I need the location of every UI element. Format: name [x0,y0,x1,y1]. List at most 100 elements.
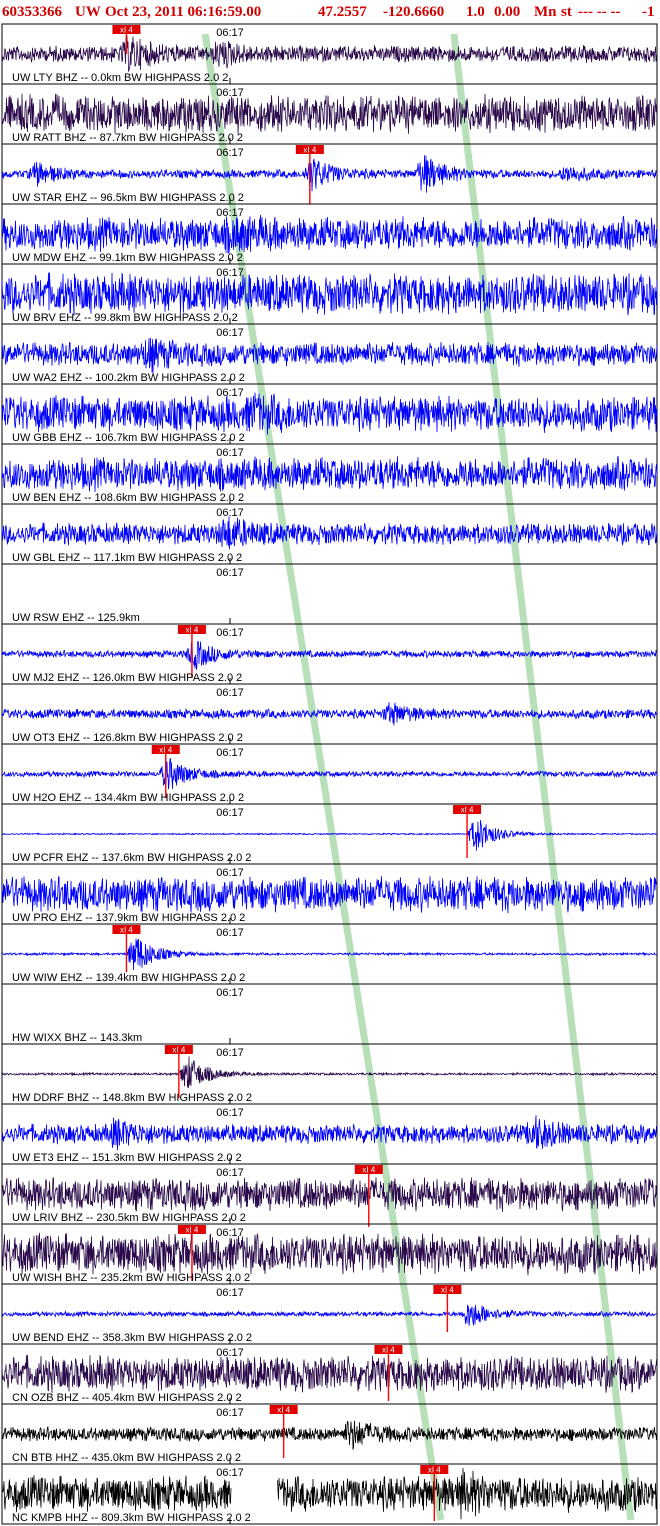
time-tick-label: 06:17 [216,807,244,819]
time-tick-label: 06:17 [216,267,244,279]
time-tick-label: 06:17 [216,327,244,339]
waveform [1,155,658,193]
trace-panel: xI 4 06:17 UW WISH BHZ -- 235.2km BW HIGHP… [1,1223,658,1285]
time-tick-label: 06:17 [216,1167,244,1179]
time-tick-label: 06:17 [216,927,244,939]
pick-label: xI 4 [185,626,198,635]
waveform [1,1354,658,1394]
time-tick-label: 06:17 [216,1227,244,1239]
station-label: UW GBL EHZ -- 117.1km BW HIGHPASS 2.0 2 [12,552,242,564]
waveform [1,34,658,72]
station-label: UW PRO EHZ -- 137.9km BW HIGHPASS 2.0 2 [12,912,245,924]
station-label: NC KMPB HHZ -- 809.3km BW HIGHPASS 2.0 2 [12,1512,251,1524]
trace-panel: xI 4 06:17 UW LRIV BHZ -- 230.5km BW HIGHP… [1,1163,658,1227]
waveform [1,1232,658,1276]
time-tick-label: 06:17 [216,747,244,759]
station-label: UW GBB EHZ -- 106.7km BW HIGHPASS 2.0 2 [12,432,245,444]
time-tick-label: 06:17 [216,207,244,219]
time-tick-label: 06:17 [216,27,244,39]
time-tick-label: 06:17 [216,627,244,639]
waveform [1,640,658,670]
waveform [1,1177,658,1213]
pick-label: xI 4 [362,1166,375,1175]
time-tick-label: 06:17 [216,507,244,519]
time-tick-label: 06:17 [216,867,244,879]
waveform [1,272,658,316]
station-label: UW MDW EHZ -- 99.1km BW HIGHPASS 2.0 2 [12,252,243,264]
station-label: UW LTY BHZ -- 0.0km BW HIGHPASS 2.0 2 [12,72,228,84]
time-tick-label: 06:17 [216,87,244,99]
trace-panel: xI 4 06:17 UW BEND EHZ -- 358.3km BW HIGHP… [1,1283,658,1345]
station-label: CN BTB HHZ -- 435.0km BW HIGHPASS 2.0 2 [12,1452,241,1464]
trace-panel: 06:17 UW BRV EHZ -- 99.8km BW HIGHPASS 2.… [1,263,658,325]
station-label: UW BEN EHZ -- 108.6km BW HIGHPASS 2.0 2 [12,492,244,504]
pick-label: xI 4 [120,26,133,35]
waveform [1,337,658,374]
station-label: UW WIW EHZ -- 139.4km BW HIGHPASS 2.0 2 [12,972,245,984]
waveform [1,455,658,493]
time-tick-label: 06:17 [216,447,244,459]
waveform [1,758,658,790]
waveform [1,702,658,726]
time-tick-label: 06:17 [216,147,244,159]
pick-label: xI 4 [382,1346,395,1355]
trace-panel: xI 4 06:17 CN OZB BHZ -- 405.4km BW HIGHPA… [1,1343,658,1405]
pick-label: xI 4 [428,1466,441,1475]
trace-panel: 06:17 HW WIXX BHZ -- 143.3km [1,983,658,1045]
waveform [1,516,658,550]
station-label: UW RATT BHZ -- 87.7km BW HIGHPASS 2.0 2 [12,132,243,144]
trace-panel: xI 4 06:17 HW DDRF BHZ -- 148.8km BW HIGHP… [1,1043,658,1105]
waveform [1,1420,658,1451]
station-label: UW PCFR EHZ -- 137.6km BW HIGHPASS 2.0 2 [12,852,251,864]
waveform [1,93,658,134]
time-tick-label: 06:17 [216,987,244,999]
station-label: UW H2O EHZ -- 134.4km BW HIGHPASS 2.0 2 [12,792,244,804]
trace-panel: xI 4 06:17 UW MJ2 EHZ -- 126.0km BW HIGHPA… [1,623,658,685]
seismogram-plot: xI 4 06:17 UW LTY BHZ -- 0.0km BW HIGHPASS… [1,23,658,1525]
pick-label: xI 4 [159,746,172,755]
time-tick-label: 06:17 [216,1347,244,1359]
trace-panel: xI 4 06:17 UW H2O EHZ -- 134.4km BW HIGHPA… [1,743,658,805]
trace-panel: xI 4 06:17 NC KMPB HHZ -- 809.3km BW HIGHP… [1,1463,658,1525]
time-tick-label: 06:17 [216,1407,244,1419]
pick-label: xI 4 [461,806,474,815]
station-label: UW RSW EHZ -- 125.9km [12,612,140,624]
pick-label: xI 4 [120,926,133,935]
pick-label: xI 4 [185,1226,198,1235]
trace-panel: 06:17 UW WA2 EHZ -- 100.2km BW HIGHPASS 2… [1,323,658,385]
pick-label: xI 4 [277,1406,290,1415]
time-tick-label: 06:17 [216,1287,244,1299]
trace-panel: 06:17 UW GBB EHZ -- 106.7km BW HIGHPASS 2… [1,383,658,445]
waveform [1,1115,658,1151]
seismogram-panels: xI 4 06:17 UW LTY BHZ -- 0.0km BW HIGHPASS… [0,0,660,1526]
station-label: UW ET3 EHZ -- 151.3km BW HIGHPASS 2.0 2 [12,1152,242,1164]
trace-panel: 06:17 UW RSW EHZ -- 125.9km [1,563,658,625]
waveform [1,392,658,435]
trace-panel: 06:17 UW MDW EHZ -- 99.1km BW HIGHPASS 2.… [1,203,658,265]
station-label: UW BRV EHZ -- 99.8km BW HIGHPASS 2.0 2 [12,312,238,324]
time-tick-label: 06:17 [216,1107,244,1119]
trace-panel: 06:17 UW GBL EHZ -- 117.1km BW HIGHPASS 2… [1,503,658,565]
pick-label: xI 4 [303,146,316,155]
time-tick-label: 06:17 [216,567,244,579]
station-label: CN OZB BHZ -- 405.4km BW HIGHPASS 2.0 2 [12,1392,242,1404]
trace-panel: 06:17 UW BEN EHZ -- 108.6km BW HIGHPASS 2… [1,443,658,505]
trace-panel: 06:17 UW ET3 EHZ -- 151.3km BW HIGHPASS 2… [1,1103,658,1165]
trace-panel: xI 4 06:17 CN BTB HHZ -- 435.0km BW HIGHPA… [1,1403,658,1465]
waveform [1,1056,658,1089]
station-label: UW BEND EHZ -- 358.3km BW HIGHPASS 2.0 2 [12,1332,252,1344]
station-label: UW WA2 EHZ -- 100.2km BW HIGHPASS 2.0 2 [12,372,245,384]
station-label: HW WIXX BHZ -- 143.3km [12,1032,142,1044]
time-tick-label: 06:17 [216,387,244,399]
station-label: UW OT3 EHZ -- 126.8km BW HIGHPASS 2.0 2 [12,732,243,744]
station-label: UW WISH BHZ -- 235.2km BW HIGHPASS 2.0 2 [12,1272,250,1284]
station-label: UW MJ2 EHZ -- 126.0km BW HIGHPASS 2.0 2 [12,672,242,684]
time-tick-label: 06:17 [216,1047,244,1059]
phase-line-s [450,33,635,1521]
station-label: UW LRIV BHZ -- 230.5km BW HIGHPASS 2.0 2 [12,1212,246,1224]
station-label: UW STAR EHZ -- 96.5km BW HIGHPASS 2.0 2 [12,192,244,204]
pick-label: xI 4 [172,1046,185,1055]
waveform [1,1304,658,1326]
trace-panel: 06:17 UW RATT BHZ -- 87.7km BW HIGHPASS 2… [1,83,658,145]
time-tick-label: 06:17 [216,687,244,699]
